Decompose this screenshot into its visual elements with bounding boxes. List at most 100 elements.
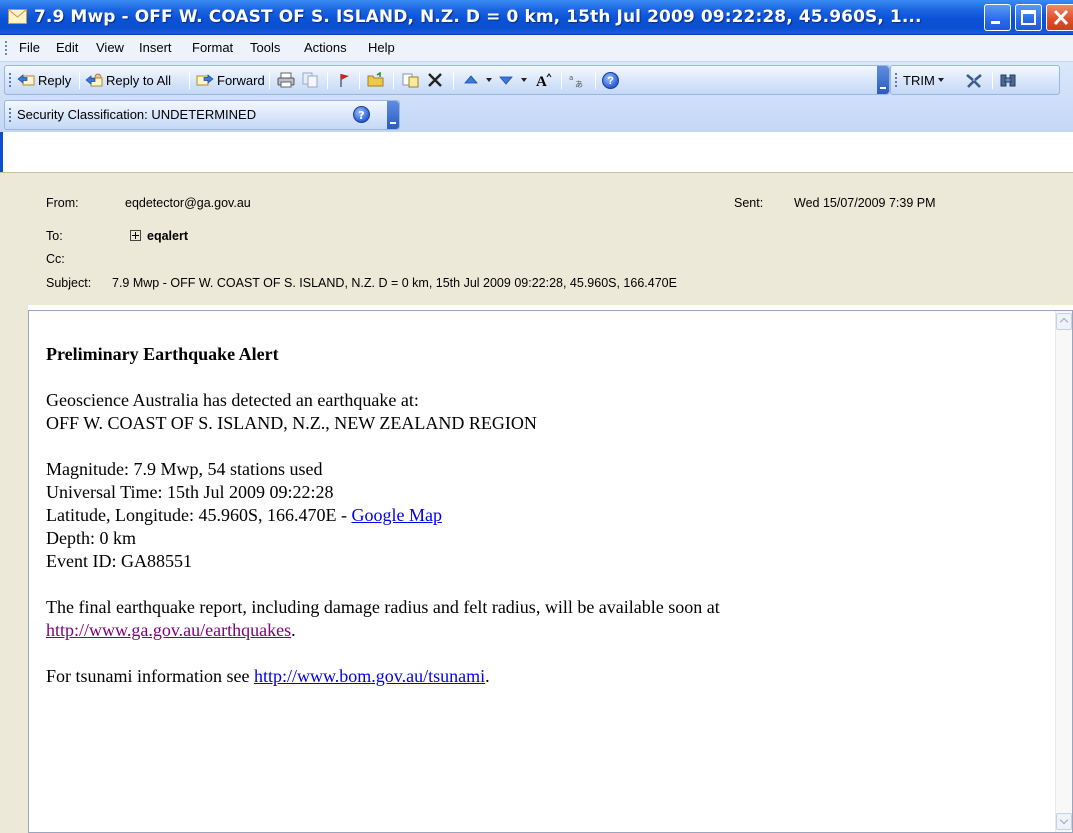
minimize-button[interactable] [984, 4, 1011, 31]
toolbar-separator [189, 72, 190, 89]
binoculars-icon [1000, 74, 1016, 87]
menu-format[interactable]: Format [192, 40, 233, 55]
maximize-button[interactable] [1015, 4, 1042, 31]
security-classification-label: Security Classification: UNDETERMINED [17, 107, 257, 122]
toolbar-separator [79, 72, 80, 89]
categorize-button[interactable] [401, 66, 422, 94]
alert-heading: Preliminary Earthquake Alert [46, 344, 279, 364]
sent-value: Wed 15/07/2009 7:39 PM [794, 196, 936, 210]
delete-button[interactable] [426, 66, 447, 94]
chevron-down-icon[interactable] [521, 78, 527, 82]
copy-icon [302, 72, 318, 88]
toolbar-separator [359, 72, 360, 89]
tools-icon [966, 74, 982, 88]
trim-menu-button[interactable]: TRIM [903, 66, 944, 94]
google-map-link[interactable]: Google Map [351, 505, 441, 525]
toolbar-grip[interactable] [895, 73, 897, 89]
ga-link-suffix: . [291, 620, 296, 640]
reply-all-label: Reply to All [106, 72, 172, 88]
ga-earthquakes-link[interactable]: http://www.ga.gov.au/earthquakes [46, 620, 291, 640]
toolbar-separator [327, 72, 328, 89]
forward-button[interactable]: Forward [196, 66, 265, 94]
to-value[interactable]: eqalert [130, 229, 188, 243]
tsunami-line: For tsunami information see http://www.b… [46, 665, 490, 688]
toolbar-separator [393, 72, 394, 89]
toolbar-options-chevron[interactable] [387, 101, 399, 129]
time-line: Universal Time: 15th Jul 2009 09:22:28 [46, 482, 334, 502]
folder-icon [367, 72, 384, 87]
security-help-icon[interactable]: ? [353, 106, 370, 123]
copy-button[interactable] [301, 66, 322, 94]
expand-distribution-list-icon[interactable] [130, 230, 141, 241]
reply-label: Reply [38, 72, 72, 88]
reply-button[interactable]: Reply [17, 66, 71, 94]
latlon-text: Latitude, Longitude: 45.960S, 166.470E - [46, 505, 352, 525]
chevron-down-icon[interactable] [486, 78, 492, 82]
title-bar[interactable]: 7.9 Mwp - OFF W. COAST OF S. ISLAND, N.Z… [0, 0, 1073, 35]
to-recipient: eqalert [147, 229, 188, 243]
translate-button[interactable]: a あ [568, 66, 589, 94]
bom-link-suffix: . [485, 666, 490, 686]
next-item-button[interactable] [497, 66, 527, 94]
latlon-line: Latitude, Longitude: 45.960S, 166.470E -… [46, 504, 442, 527]
trim-tools-button[interactable] [965, 66, 986, 94]
help-button[interactable]: ? [602, 66, 619, 94]
scroll-up-button[interactable] [1056, 313, 1072, 330]
help-icon: ? [602, 71, 619, 89]
menu-file[interactable]: File [19, 40, 40, 55]
close-button[interactable] [1046, 4, 1073, 31]
ga-link-line: http://www.ga.gov.au/earthquakes. [46, 619, 296, 642]
from-value[interactable]: eqdetector@ga.gov.au [125, 196, 251, 210]
toolbar-separator [992, 72, 993, 89]
delete-icon [428, 73, 442, 87]
from-label: From: [46, 196, 79, 210]
bom-tsunami-link[interactable]: http://www.bom.gov.au/tsunami [254, 666, 485, 686]
printer-icon [277, 72, 295, 88]
detected-line: Geoscience Australia has detected an ear… [46, 390, 419, 410]
font-size-icon: A [536, 73, 552, 88]
menu-edit[interactable]: Edit [56, 40, 78, 55]
vertical-scrollbar[interactable] [1055, 311, 1072, 832]
up-arrow-icon [464, 75, 478, 84]
forward-label: Forward [217, 72, 265, 88]
subject-label: Subject: [46, 276, 92, 290]
previous-item-button[interactable] [462, 66, 492, 94]
reply-all-icon [85, 73, 103, 87]
reply-all-button[interactable]: Reply to All [85, 66, 171, 94]
scroll-down-button[interactable] [1056, 813, 1072, 830]
menu-actions[interactable]: Actions [304, 40, 347, 55]
menu-grip[interactable] [5, 41, 7, 55]
trim-label: TRIM [903, 72, 935, 88]
toolbar-separator [453, 72, 454, 89]
print-button[interactable] [277, 66, 298, 94]
standard-toolbar: Reply Reply to All Forward A a あ ? [4, 65, 890, 95]
maximize-icon [1021, 10, 1036, 25]
toolbar-grip[interactable] [9, 73, 11, 89]
cc-label: Cc: [46, 252, 65, 266]
flag-icon [340, 74, 349, 87]
font-size-button[interactable]: A [535, 66, 556, 94]
menu-help[interactable]: Help [368, 40, 395, 55]
menu-insert[interactable]: Insert [139, 40, 172, 55]
final-report-line: The final earthquake report, including d… [46, 597, 720, 617]
close-icon [1053, 9, 1069, 26]
envelope-icon [8, 9, 27, 24]
menu-view[interactable]: View [96, 40, 124, 55]
move-to-folder-button[interactable] [367, 66, 388, 94]
menu-tools[interactable]: Tools [250, 40, 280, 55]
svg-text:a: a [569, 74, 573, 82]
depth-line: Depth: 0 km [46, 528, 136, 548]
reply-icon [17, 74, 35, 86]
to-label: To: [46, 229, 63, 243]
message-content: Preliminary Earthquake Alert Geoscience … [46, 311, 1046, 831]
minimize-icon [991, 21, 1000, 24]
toolbar-options-chevron[interactable] [877, 66, 889, 94]
trim-file-button[interactable] [999, 66, 1020, 94]
move-icon [402, 73, 419, 88]
toolbar-grip[interactable] [9, 108, 11, 124]
location-line: OFF W. COAST OF S. ISLAND, N.Z., NEW ZEA… [46, 413, 537, 433]
security-toolbar: Security Classification: UNDETERMINED ? [4, 100, 400, 130]
chevron-down-icon [937, 78, 944, 82]
follow-up-flag-button[interactable] [335, 66, 356, 94]
message-header: From: eqdetector@ga.gov.au Sent: Wed 15/… [0, 172, 1073, 305]
